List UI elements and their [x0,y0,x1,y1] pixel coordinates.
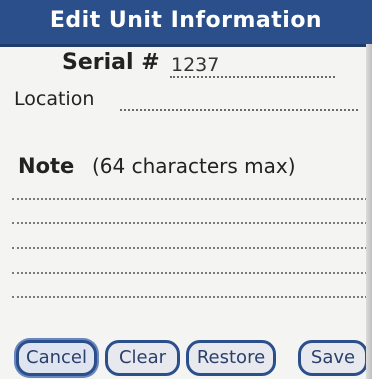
location-underline [120,109,358,111]
location-label: Location [14,88,95,110]
save-button[interactable]: Save [298,340,368,376]
page-title: Edit Unit Information [49,8,323,33]
restore-button[interactable]: Restore [186,340,276,376]
screen-edge [366,44,372,379]
note-line [12,247,367,249]
serial-field[interactable]: 1237 [171,54,219,76]
note-line [12,272,367,274]
note-line [12,198,367,200]
clear-button[interactable]: Clear [105,340,180,376]
note-hint: (64 characters max) [92,154,296,178]
cancel-button[interactable]: Cancel [16,340,97,376]
note-line [12,296,367,298]
note-line [12,222,367,224]
note-label: Note [18,154,75,178]
serial-underline [170,76,335,78]
title-bar: Edit Unit Information [0,0,372,47]
edit-unit-screen: Edit Unit Information Serial # 1237 Loca… [0,0,372,379]
serial-label: Serial # [62,50,160,75]
location-field[interactable] [122,88,356,110]
